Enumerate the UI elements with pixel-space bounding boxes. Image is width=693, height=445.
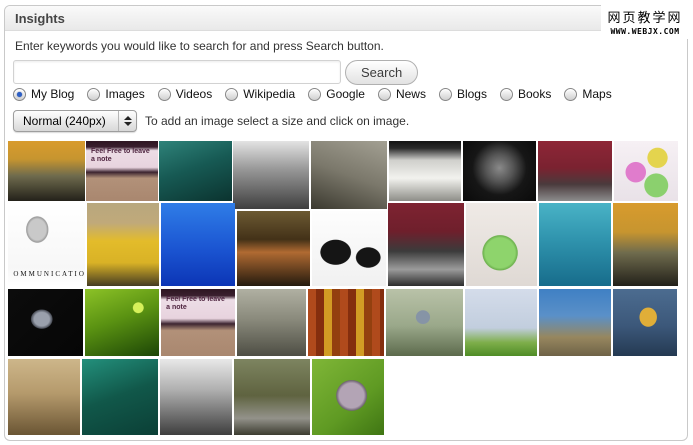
- thumb-yellow-van-closeup[interactable]: [87, 203, 159, 286]
- source-radio-books[interactable]: Books: [500, 87, 551, 101]
- thumb-woman-telegraph-bw[interactable]: [233, 141, 309, 209]
- source-radio-wikipedia[interactable]: Wikipedia: [225, 87, 295, 101]
- thumb-green-candy-heart[interactable]: [466, 203, 537, 286]
- thumb-microphone-mesh[interactable]: [463, 141, 536, 201]
- panel-header: Insights: [5, 6, 687, 31]
- radio-icon: [500, 88, 513, 101]
- thumb-evolution-silhouettes[interactable]: [312, 211, 386, 286]
- radio-icon: [13, 88, 26, 101]
- radio-label: News: [396, 87, 426, 101]
- thumb-caption: Feel Free to leave a note: [166, 296, 230, 312]
- thumb-lego-spaceship[interactable]: [8, 289, 83, 356]
- thumb-person-reading-in-tree[interactable]: [237, 211, 310, 286]
- watermark: 网页教学网 www.webjx.com: [601, 5, 689, 39]
- thumb-candy-hearts[interactable]: [614, 141, 678, 201]
- source-radio-google[interactable]: Google: [308, 87, 365, 101]
- radio-icon: [378, 88, 391, 101]
- thumb-harbor-golden-dusk[interactable]: [613, 289, 677, 356]
- radio-label: My Blog: [31, 87, 74, 101]
- watermark-line2: www.webjx.com: [603, 27, 687, 36]
- stepper-icon[interactable]: [118, 111, 136, 131]
- thumb-power-lines-field[interactable]: [465, 289, 537, 356]
- source-radio-videos[interactable]: Videos: [158, 87, 212, 101]
- radio-label: Images: [105, 87, 144, 101]
- thumb-dolphins-jumping[interactable]: [539, 203, 611, 286]
- source-radio-maps[interactable]: Maps: [564, 87, 611, 101]
- source-radio-news[interactable]: News: [378, 87, 426, 101]
- size-hint-text: To add an image select a size and click …: [145, 114, 409, 128]
- panel-title: Insights: [15, 11, 65, 26]
- radio-label: Maps: [582, 87, 611, 101]
- insights-page: Insights Enter keywords you would like t…: [0, 0, 693, 445]
- radio-label: Google: [326, 87, 365, 101]
- thumb-woman-telegraph-bw-2[interactable]: [160, 359, 232, 435]
- radio-icon: [225, 88, 238, 101]
- thumb-caption: Feel Free to leave a note: [91, 148, 153, 164]
- thumb-soldier-and-child-bw[interactable]: [311, 141, 387, 209]
- thumb-cyclist-cargo-bike-yellow-van[interactable]: [8, 141, 85, 201]
- thumb-laptop-leave-a-note-2[interactable]: Feel Free to leave a note: [161, 289, 235, 356]
- search-button[interactable]: Search: [345, 60, 418, 85]
- thumb-red-lab-monitors[interactable]: [388, 203, 464, 286]
- radio-label: Books: [518, 87, 551, 101]
- arrow-down-icon: [124, 122, 132, 126]
- source-radio-images[interactable]: Images: [87, 87, 144, 101]
- thumb-armored-vehicle[interactable]: [234, 359, 310, 435]
- thumb-cyclist-cargo-bike-2[interactable]: [613, 203, 678, 286]
- thumb-heron-in-water[interactable]: [386, 289, 463, 356]
- thumb-red-computer-lab[interactable]: [538, 141, 612, 201]
- thumb-person-crouching-teal-2[interactable]: [82, 359, 158, 435]
- radio-icon: [564, 88, 577, 101]
- instruction-text: Enter keywords you would like to search …: [15, 39, 384, 53]
- thumb-underwater-blue[interactable]: [161, 203, 235, 286]
- size-select-value: Normal (240px): [14, 114, 118, 128]
- thumb-tin-can-phone[interactable]: OMMUNICATIO: [8, 203, 85, 286]
- keyword-input[interactable]: [13, 60, 341, 84]
- thumb-soldiers-helicopters-sky[interactable]: [539, 289, 611, 356]
- thumb-soldiers-winter-forest[interactable]: [237, 289, 306, 356]
- thumb-person-crouching-teal[interactable]: [159, 141, 232, 201]
- thumb-seated-man-sepia[interactable]: [8, 359, 80, 435]
- radio-label: Videos: [176, 87, 212, 101]
- source-radio-my-blog[interactable]: My Blog: [13, 87, 74, 101]
- radio-label: Wikipedia: [243, 87, 295, 101]
- thumb-laptop-leave-a-note[interactable]: Feel Free to leave a note: [86, 141, 158, 201]
- thumb-caption: OMMUNICATIO: [13, 270, 79, 278]
- watermark-line1: 网页教学网: [603, 7, 687, 26]
- radio-label: Blogs: [457, 87, 487, 101]
- source-radio-group: My Blog Images Videos Wikipedia Google News Bl…: [13, 87, 612, 101]
- thumb-poster-collage-wall[interactable]: [308, 289, 384, 356]
- arrow-up-icon: [124, 116, 132, 120]
- radio-icon: [308, 88, 321, 101]
- thumb-butterfly-on-leaf[interactable]: [312, 359, 384, 435]
- thumb-green-laser-nightvision[interactable]: [85, 289, 159, 356]
- thumb-keyboard-keys-closeup[interactable]: [389, 141, 461, 201]
- radio-icon: [158, 88, 171, 101]
- radio-icon: [87, 88, 100, 101]
- size-select[interactable]: Normal (240px): [13, 110, 137, 132]
- radio-icon: [439, 88, 452, 101]
- source-radio-blogs[interactable]: Blogs: [439, 87, 487, 101]
